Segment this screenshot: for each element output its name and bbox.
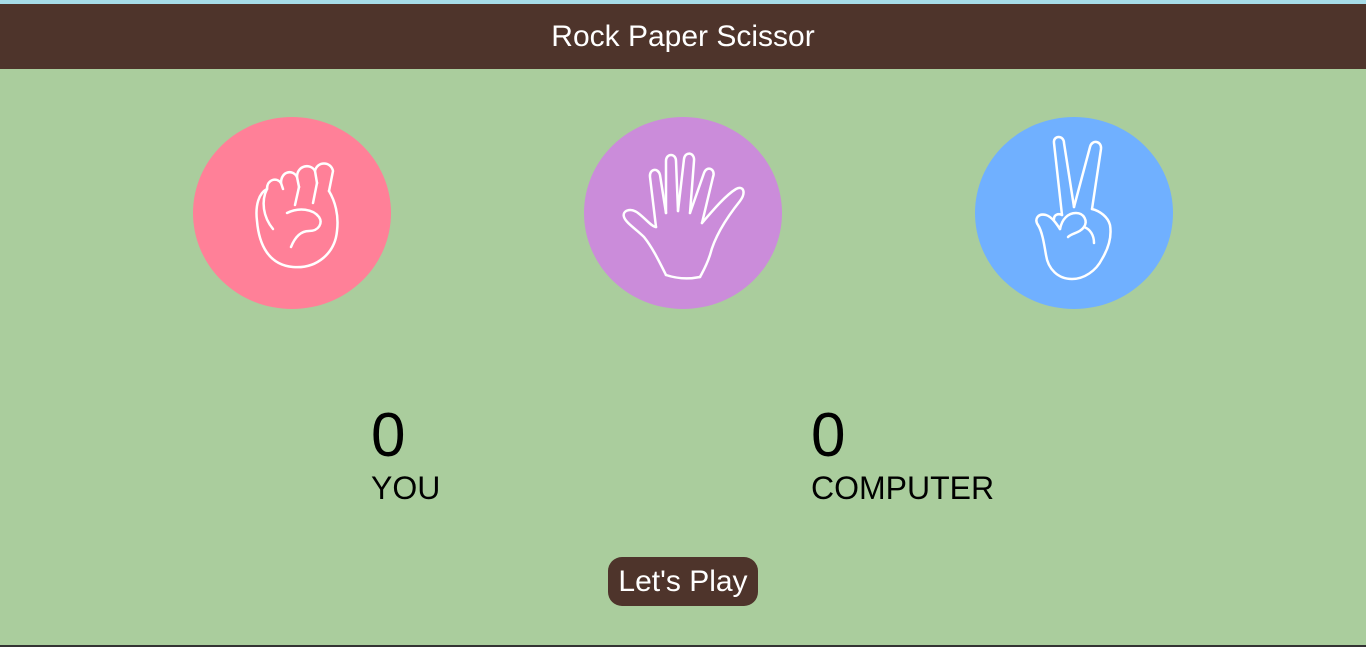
peace-hand-icon xyxy=(1024,133,1124,293)
page-title: Rock Paper Scissor xyxy=(551,19,815,53)
player-score: 0 YOU xyxy=(371,401,441,507)
player-score-value: 0 xyxy=(371,401,406,470)
scissors-choice-button[interactable] xyxy=(975,117,1173,309)
fist-icon xyxy=(237,143,347,283)
computer-score-value: 0 xyxy=(811,401,846,470)
player-score-label: YOU xyxy=(371,470,441,506)
rock-choice-button[interactable] xyxy=(193,117,391,309)
lets-play-button[interactable]: Let's Play xyxy=(608,557,758,606)
header-bar: Rock Paper Scissor xyxy=(0,4,1366,69)
computer-score: 0 COMPUTER xyxy=(811,401,995,507)
computer-score-label: COMPUTER xyxy=(811,470,995,506)
paper-choice-button[interactable] xyxy=(584,117,782,309)
open-hand-icon xyxy=(618,143,748,283)
